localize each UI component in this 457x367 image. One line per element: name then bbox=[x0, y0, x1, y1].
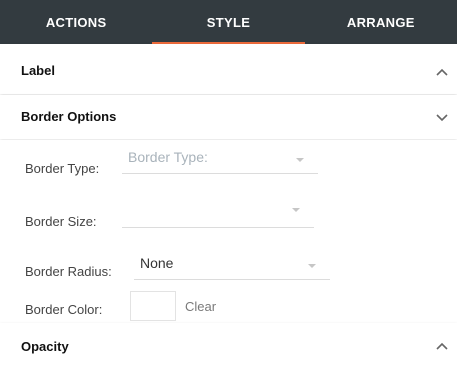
border-type-label: Border Type: bbox=[25, 161, 100, 176]
opacity-section-title: Opacity bbox=[21, 339, 69, 354]
border-size-label: Border Size: bbox=[25, 214, 97, 229]
border-color-swatch[interactable] bbox=[130, 291, 176, 321]
tab-actions[interactable]: ACTIONS bbox=[0, 0, 152, 44]
border-size-select[interactable] bbox=[122, 203, 314, 228]
border-options-section-header[interactable]: Border Options bbox=[0, 95, 457, 139]
tab-style-label: STYLE bbox=[206, 14, 251, 30]
caret-down-icon bbox=[296, 158, 304, 162]
tab-arrange[interactable]: ARRANGE bbox=[305, 0, 457, 44]
tab-actions-label: ACTIONS bbox=[45, 14, 107, 30]
clear-border-color-link[interactable]: Clear bbox=[185, 299, 216, 314]
border-type-select[interactable]: Border Type: bbox=[122, 149, 318, 174]
chevron-up-icon[interactable] bbox=[435, 66, 449, 80]
border-options-body: Border Type: Border Type: Border Size: B… bbox=[0, 140, 457, 322]
chevron-down-icon[interactable] bbox=[435, 110, 449, 124]
border-radius-select[interactable]: None bbox=[134, 255, 330, 280]
border-radius-label: Border Radius: bbox=[25, 264, 112, 279]
border-options-section-title: Border Options bbox=[21, 109, 117, 124]
tab-style[interactable]: STYLE bbox=[152, 0, 305, 44]
chevron-up-icon[interactable] bbox=[435, 340, 449, 354]
border-color-label: Border Color: bbox=[25, 302, 103, 317]
caret-down-icon bbox=[292, 208, 300, 212]
tab-arrange-label: ARRANGE bbox=[346, 14, 415, 30]
opacity-section-header[interactable]: Opacity bbox=[0, 323, 457, 367]
label-section-header[interactable]: Label bbox=[0, 44, 457, 94]
label-section-title: Label bbox=[21, 63, 55, 78]
border-type-placeholder: Border Type: bbox=[128, 149, 208, 165]
border-radius-value: None bbox=[140, 255, 174, 271]
caret-down-icon bbox=[308, 264, 316, 268]
tab-bar: ACTIONS STYLE ARRANGE bbox=[0, 0, 457, 44]
